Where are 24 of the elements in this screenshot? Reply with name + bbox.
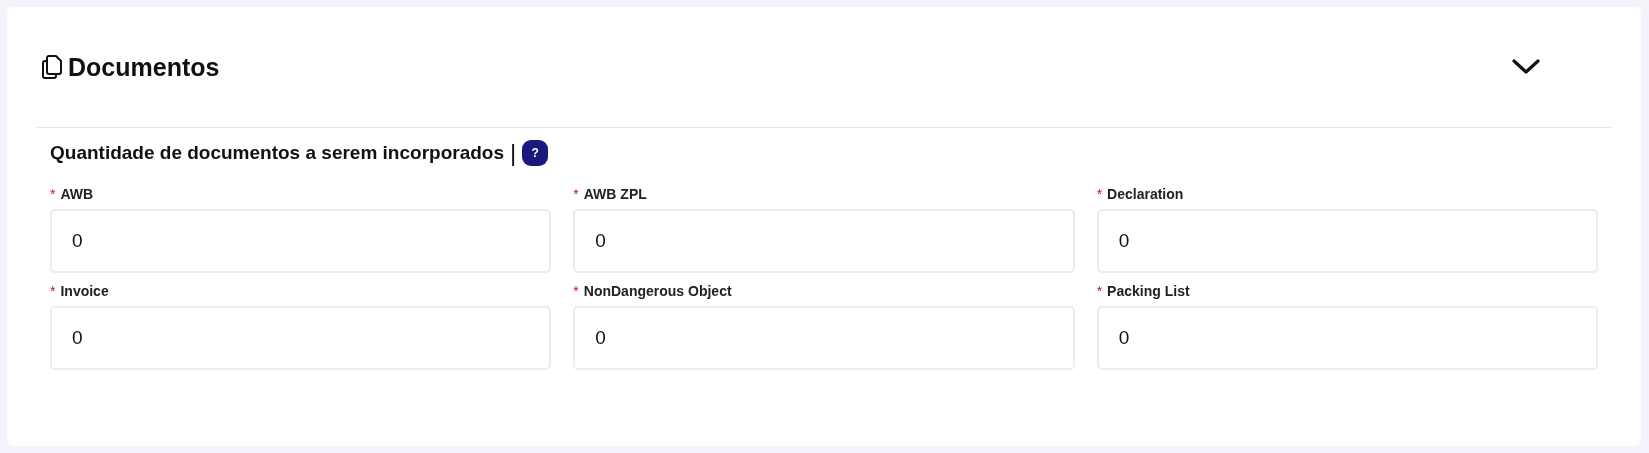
collapse-toggle[interactable] bbox=[1511, 57, 1541, 77]
number-field[interactable]: 0 bbox=[573, 306, 1075, 370]
field-label: AWB bbox=[60, 186, 94, 202]
number-field[interactable]: 0 bbox=[1096, 209, 1598, 273]
required-mark: * bbox=[1096, 283, 1103, 299]
section-subtitle: Quantidade de documentos a serem incorporados bbox=[50, 142, 504, 164]
number-field[interactable]: 0 bbox=[50, 306, 552, 370]
required-mark: * bbox=[50, 186, 56, 202]
required-mark: * bbox=[50, 283, 56, 299]
field-label: Packing List bbox=[1107, 283, 1190, 299]
required-mark: * bbox=[1096, 186, 1103, 202]
field-label: Declaration bbox=[1107, 186, 1184, 202]
field-label: AWB ZPL bbox=[583, 186, 647, 202]
number-field[interactable]: 0 bbox=[50, 209, 552, 273]
documents-icon bbox=[42, 55, 62, 79]
help-icon[interactable]: ? bbox=[522, 140, 549, 166]
required-mark: * bbox=[573, 186, 579, 202]
field-label: Invoice bbox=[60, 283, 109, 299]
field-label: NonDangerous Object bbox=[583, 283, 732, 299]
section-title: Documentos bbox=[68, 52, 220, 82]
required-mark: * bbox=[573, 283, 579, 299]
separator: | bbox=[510, 139, 517, 167]
number-field[interactable]: 0 bbox=[1096, 306, 1598, 370]
number-field[interactable]: 0 bbox=[573, 209, 1075, 273]
